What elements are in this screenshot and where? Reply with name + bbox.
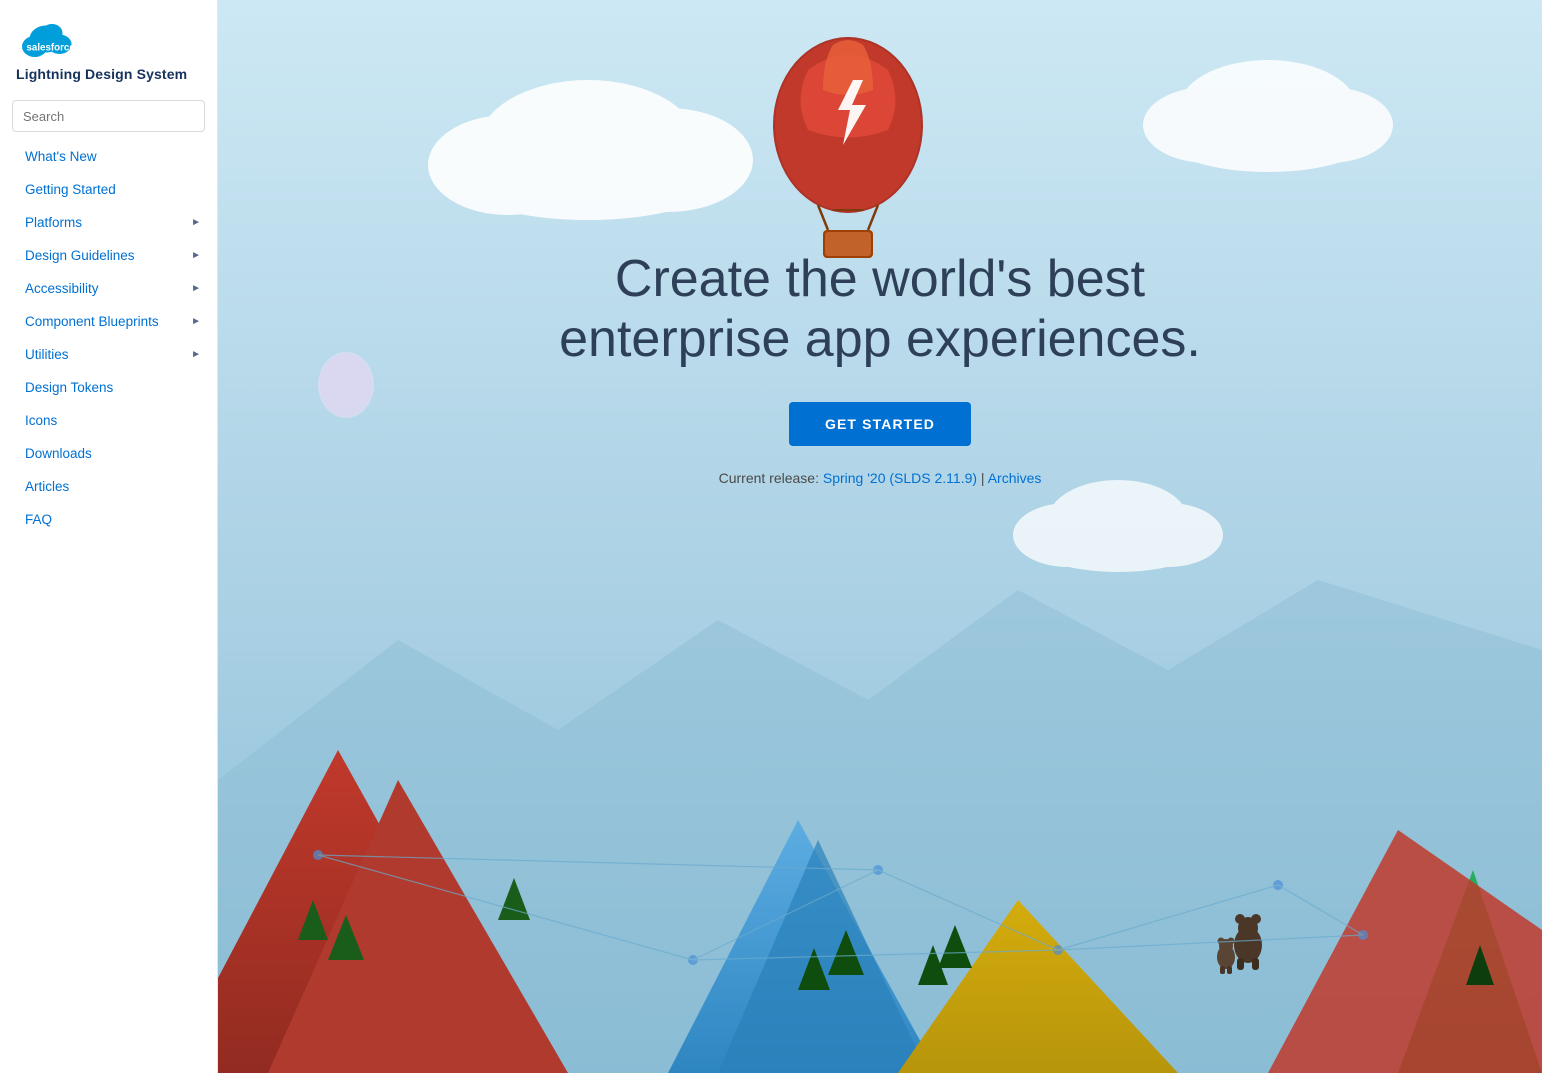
sidebar-item-downloads[interactable]: Downloads	[0, 437, 217, 470]
sidebar-title: Lightning Design System	[16, 66, 187, 82]
archives-link[interactable]: Archives	[988, 470, 1042, 486]
sidebar-item-articles[interactable]: Articles	[0, 470, 217, 503]
svg-text:salesforce: salesforce	[27, 42, 76, 53]
search-area	[0, 92, 217, 136]
nav-label: What's New	[25, 149, 97, 164]
sidebar-item-whats-new[interactable]: What's New	[0, 140, 217, 173]
sidebar: salesforce Lightning Design System What'…	[0, 0, 218, 1073]
sidebar-item-icons[interactable]: Icons	[0, 404, 217, 437]
nav-label: Design Tokens	[25, 380, 113, 395]
sidebar-item-design-guidelines[interactable]: Design Guidelines ►	[0, 239, 217, 272]
search-input[interactable]	[12, 100, 205, 132]
nav-label: Component Blueprints	[25, 314, 159, 329]
sidebar-item-accessibility[interactable]: Accessibility ►	[0, 272, 217, 305]
nav-label: Articles	[25, 479, 69, 494]
nav-label: Accessibility	[25, 281, 99, 296]
hero-content: Create the world's best enterprise app e…	[218, 0, 1542, 1073]
sidebar-item-design-tokens[interactable]: Design Tokens	[0, 371, 217, 404]
chevron-right-icon: ►	[191, 316, 201, 327]
salesforce-logo[interactable]: salesforce	[16, 18, 76, 60]
chevron-right-icon: ►	[191, 217, 201, 228]
logo-area: salesforce Lightning Design System	[0, 0, 217, 92]
chevron-right-icon: ►	[191, 349, 201, 360]
hero-title: Create the world's best enterprise app e…	[559, 250, 1201, 370]
sidebar-item-utilities[interactable]: Utilities ►	[0, 338, 217, 371]
sidebar-item-platforms[interactable]: Platforms ►	[0, 206, 217, 239]
nav-label: Design Guidelines	[25, 248, 135, 263]
nav-label: FAQ	[25, 512, 52, 527]
nav-label: Downloads	[25, 446, 92, 461]
release-link[interactable]: Spring '20 (SLDS 2.11.9)	[823, 470, 977, 486]
nav-label: Icons	[25, 413, 57, 428]
sidebar-item-component-blueprints[interactable]: Component Blueprints ►	[0, 305, 217, 338]
chevron-right-icon: ►	[191, 250, 201, 261]
release-info: Current release: Spring '20 (SLDS 2.11.9…	[719, 470, 1042, 486]
sidebar-item-faq[interactable]: FAQ	[0, 503, 217, 536]
nav-label: Platforms	[25, 215, 82, 230]
sidebar-nav: What's NewGetting StartedPlatforms►Desig…	[0, 136, 217, 1073]
get-started-button[interactable]: GET STARTED	[789, 402, 971, 446]
nav-label: Getting Started	[25, 182, 116, 197]
chevron-right-icon: ►	[191, 283, 201, 294]
main-content: Create the world's best enterprise app e…	[218, 0, 1542, 1073]
nav-label: Utilities	[25, 347, 69, 362]
sidebar-item-getting-started[interactable]: Getting Started	[0, 173, 217, 206]
